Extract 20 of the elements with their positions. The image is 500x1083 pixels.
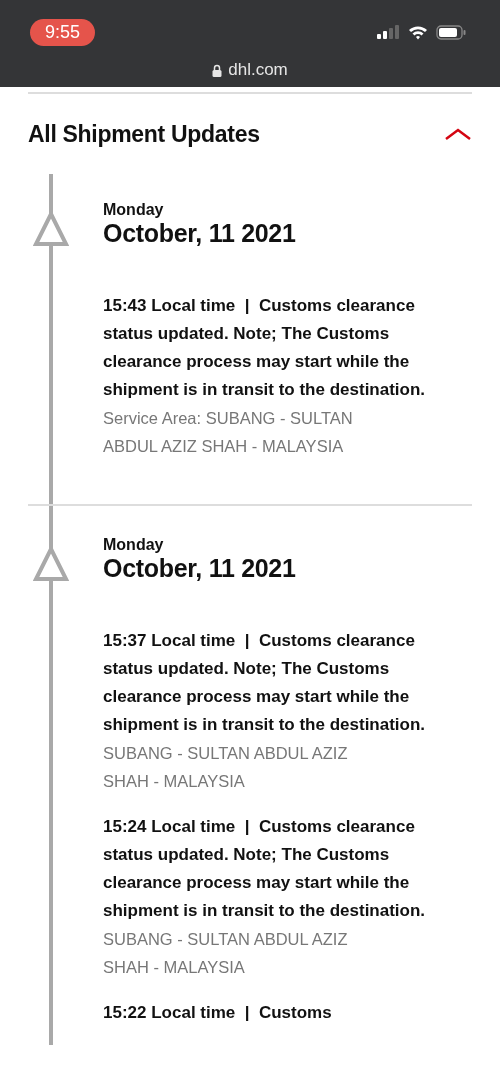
day-label: Monday <box>103 536 165 554</box>
signal-icon <box>377 25 400 39</box>
wifi-icon <box>408 24 428 40</box>
event-location: Service Area: SUBANG - SULTAN ABDUL AZIZ SHAH - MALAYSIA <box>103 408 354 457</box>
battery-icon <box>436 24 466 40</box>
event-description: 15:24 Local time | Customs clearance status updated. Note; The Customs clearance process may start while the shipment is in transit to the destination. <box>103 816 427 922</box>
url-text[interactable]: dhl.com <box>228 60 288 80</box>
chevron-icon[interactable] <box>444 127 472 141</box>
section-title: All Shipment Updates <box>28 120 260 148</box>
day-label: Monday <box>103 201 165 219</box>
event-description: 15:43 Local time | Customs clearance status updated. Note; The Customs clearance process may start while the shipment is in transit to the destination. <box>103 295 427 401</box>
event-location: SUBANG - SULTAN ABDUL AZIZ SHAH - MALAYSIA <box>103 743 349 792</box>
clock-time: 9:55 <box>30 18 96 46</box>
event-location: SUBANG - SULTAN ABDUL AZIZ SHAH - MALAYSIA <box>103 929 349 978</box>
triangle-icon <box>33 546 69 582</box>
date-heading: October, 11 2021 <box>103 554 297 583</box>
date-heading: October, 11 2021 <box>103 219 297 248</box>
triangle-icon <box>33 211 69 247</box>
event-description: 15:37 Local time | Customs clearance status updated. Note; The Customs clearance process may start while the shipment is in transit to the destination. <box>103 630 427 736</box>
event-description: 15:22 Local time | Customs <box>103 1002 333 1024</box>
